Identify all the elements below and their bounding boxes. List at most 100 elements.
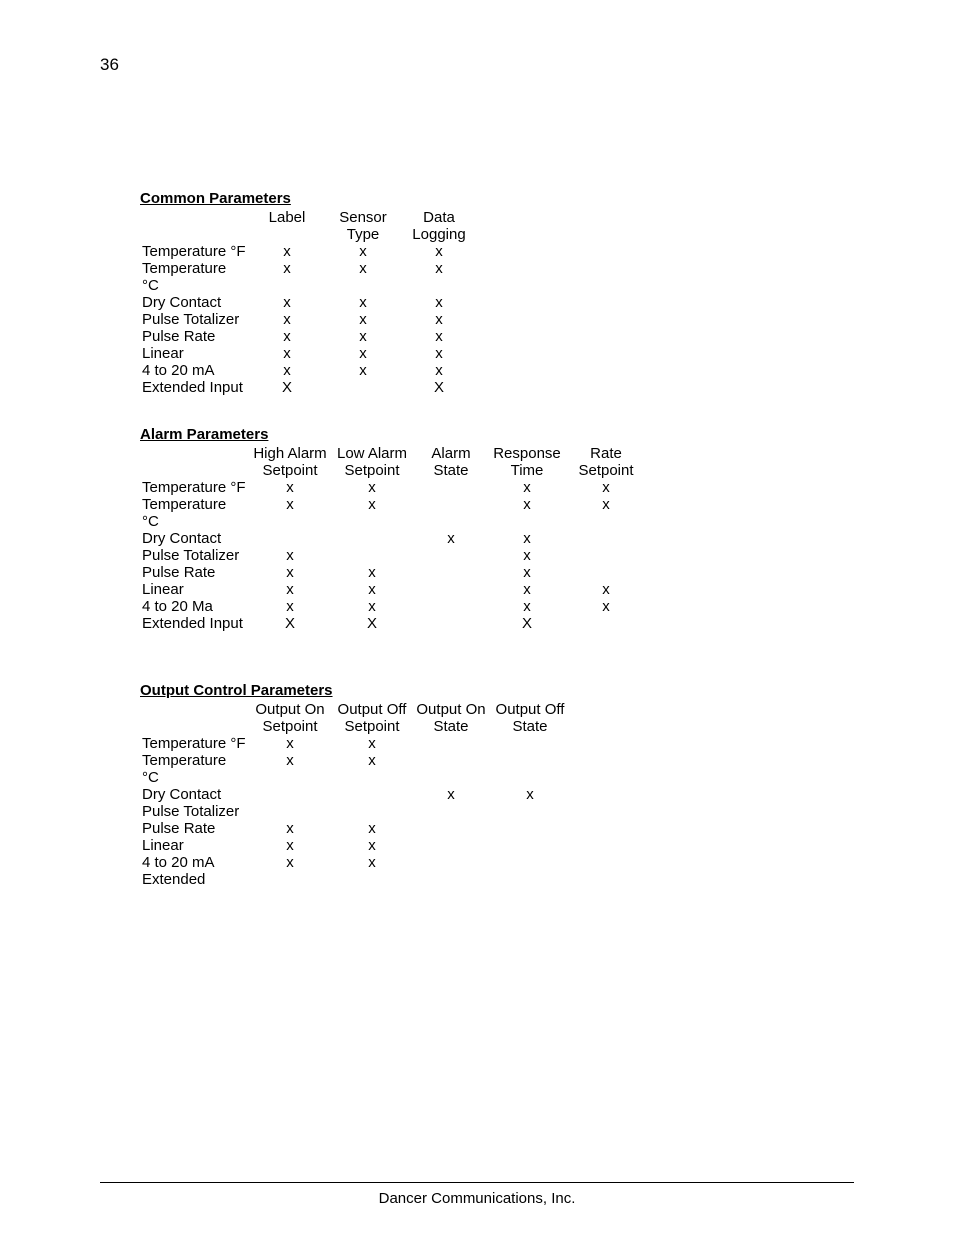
page-number: 36: [100, 55, 119, 75]
cell: x: [331, 496, 413, 530]
table-header-row: Output On Setpoint Output Off Setpoint O…: [140, 701, 571, 735]
cell: [331, 871, 413, 888]
cell: [413, 496, 489, 530]
alarm-parameters-table: High Alarm Setpoint Low Alarm Setpoint A…: [140, 445, 647, 632]
cell: x: [565, 581, 647, 598]
common-parameters-table: Label Sensor Type Data Logging Temperatu…: [140, 209, 477, 396]
cell: x: [249, 260, 325, 294]
cell: X: [249, 615, 331, 632]
cell: x: [249, 328, 325, 345]
cell: [413, 752, 489, 786]
row-label: Pulse Rate: [140, 564, 249, 581]
cell: x: [401, 311, 477, 328]
table-row: Temperature °Fxxx: [140, 243, 477, 260]
header-blank: [140, 701, 249, 735]
table-row: 4 to 20 Maxxxx: [140, 598, 647, 615]
header-blank: [140, 209, 249, 243]
cell: [413, 735, 489, 752]
cell: x: [325, 362, 401, 379]
cell: x: [565, 598, 647, 615]
table-row: Temperature °Cxxx: [140, 260, 477, 294]
table-row: Pulse Ratexxx: [140, 564, 647, 581]
cell: x: [325, 294, 401, 311]
cell: X: [401, 379, 477, 396]
cell: x: [489, 547, 565, 564]
header-output-on-setpoint: Output On Setpoint: [249, 701, 331, 735]
cell: [489, 752, 571, 786]
cell: [413, 479, 489, 496]
row-label: Pulse Totalizer: [140, 803, 249, 820]
cell: x: [489, 581, 565, 598]
table-row: Extended: [140, 871, 571, 888]
header-alarm-state: Alarm State: [413, 445, 489, 479]
cell: [331, 530, 413, 547]
cell: [489, 803, 571, 820]
cell: x: [249, 496, 331, 530]
cell: x: [401, 362, 477, 379]
content-area: Common Parameters Label Sensor Type Data…: [140, 190, 840, 918]
table-row: 4 to 20 mAxxx: [140, 362, 477, 379]
table-row: Extended InputXX: [140, 379, 477, 396]
header-high-alarm: High Alarm Setpoint: [249, 445, 331, 479]
cell: x: [331, 479, 413, 496]
row-label: Extended Input: [140, 379, 249, 396]
cell: [413, 547, 489, 564]
cell: x: [401, 243, 477, 260]
cell: x: [249, 311, 325, 328]
row-label: Temperature °C: [140, 260, 249, 294]
table-row: Dry Contactxx: [140, 786, 571, 803]
section-title-common: Common Parameters: [140, 190, 840, 207]
table-row: Temperature °Cxx: [140, 752, 571, 786]
cell: x: [249, 479, 331, 496]
cell: x: [489, 479, 565, 496]
header-data-logging: Data Logging: [401, 209, 477, 243]
cell: x: [331, 598, 413, 615]
row-label: Pulse Totalizer: [140, 311, 249, 328]
spacer: [140, 662, 840, 682]
table-row: Extended InputXXX: [140, 615, 647, 632]
cell: [565, 564, 647, 581]
cell: x: [249, 735, 331, 752]
cell: x: [249, 581, 331, 598]
cell: x: [249, 564, 331, 581]
cell: [413, 581, 489, 598]
cell: [489, 871, 571, 888]
cell: [331, 803, 413, 820]
table-header-row: Label Sensor Type Data Logging: [140, 209, 477, 243]
cell: [325, 379, 401, 396]
cell: x: [331, 581, 413, 598]
row-label: 4 to 20 mA: [140, 362, 249, 379]
cell: X: [489, 615, 565, 632]
table-row: Dry Contactxxx: [140, 294, 477, 311]
row-label: Linear: [140, 837, 249, 854]
cell: [413, 615, 489, 632]
cell: x: [249, 854, 331, 871]
cell: x: [249, 345, 325, 362]
cell: [249, 786, 331, 803]
cell: x: [249, 294, 325, 311]
cell: [413, 854, 489, 871]
page: 36 Common Parameters Label Sensor Type D…: [0, 0, 954, 1235]
cell: x: [331, 735, 413, 752]
cell: [489, 735, 571, 752]
row-label: Dry Contact: [140, 530, 249, 547]
cell: x: [249, 752, 331, 786]
table-row: Temperature °Fxx: [140, 735, 571, 752]
cell: [331, 786, 413, 803]
cell: x: [413, 786, 489, 803]
header-output-on-state: Output On State: [413, 701, 489, 735]
section-title-output: Output Control Parameters: [140, 682, 840, 699]
header-sensor-type: Sensor Type: [325, 209, 401, 243]
table-row: Temperature °Cxxxx: [140, 496, 647, 530]
cell: x: [325, 243, 401, 260]
table-row: Linearxxx: [140, 345, 477, 362]
table-row: Pulse Ratexxx: [140, 328, 477, 345]
cell: [413, 820, 489, 837]
cell: [413, 598, 489, 615]
header-response-time: Response Time: [489, 445, 565, 479]
cell: [413, 837, 489, 854]
cell: x: [331, 837, 413, 854]
row-label: Temperature °C: [140, 752, 249, 786]
row-label: Linear: [140, 345, 249, 362]
cell: x: [489, 496, 565, 530]
